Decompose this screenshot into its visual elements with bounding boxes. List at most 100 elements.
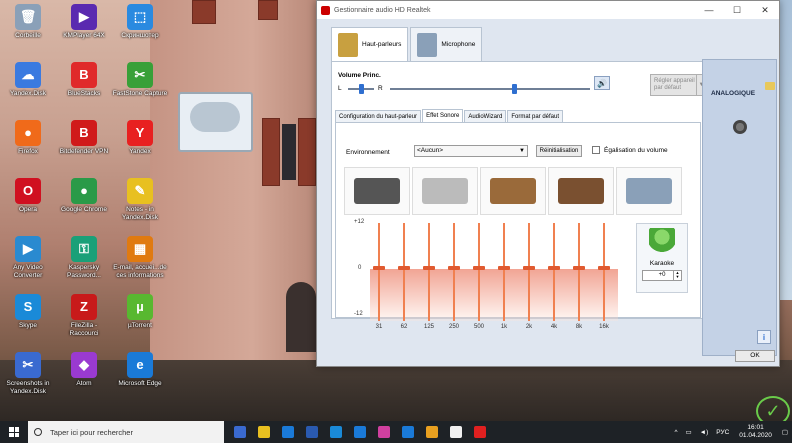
taskbar-app[interactable]: [324, 421, 348, 443]
desktop-icon[interactable]: ⬚ Скриншотер: [112, 4, 168, 40]
stone-preset[interactable]: [344, 167, 410, 215]
taskbar-app[interactable]: [372, 421, 396, 443]
taskbar-app[interactable]: [228, 421, 252, 443]
taskbar-app[interactable]: [276, 421, 300, 443]
desktop-icon[interactable]: ⚿ Kaspersky Password...: [56, 236, 112, 280]
eq-band-thumb[interactable]: [573, 266, 585, 270]
taskbar-search[interactable]: Taper ici pour rechercher: [28, 421, 224, 443]
audio-jack-icon[interactable]: [733, 120, 747, 134]
desktop-icon[interactable]: e Microsoft Edge: [112, 352, 168, 388]
eq-band-track[interactable]: [403, 223, 405, 321]
eq-band-track[interactable]: [428, 223, 430, 321]
desktop-icon[interactable]: ☁ Yandex.Disk: [0, 62, 56, 98]
desktop-icon[interactable]: ✂ FastStone Capture: [112, 62, 168, 98]
tab-microphone[interactable]: Microphone: [410, 27, 483, 61]
desktop-icon[interactable]: ▶ KMPlayer 64X: [56, 4, 112, 40]
karaoke-stepper[interactable]: +0 ▲ ▼: [642, 270, 682, 281]
eq-band-track[interactable]: [453, 223, 455, 321]
eq-band-thumb[interactable]: [473, 266, 485, 270]
eq-band-track[interactable]: [478, 223, 480, 321]
desktop-icon[interactable]: ◆ Atom: [56, 352, 112, 388]
close-button[interactable]: ✕: [751, 1, 779, 19]
balance-slider-thumb[interactable]: [359, 84, 364, 94]
checkbox-box[interactable]: [592, 146, 600, 154]
chevron-down-icon: ▼: [519, 148, 525, 154]
eq-band-thumb[interactable]: [548, 266, 560, 270]
bathroom-preset[interactable]: [412, 167, 478, 215]
eq-frequency-label: 500: [473, 324, 484, 330]
taskbar-app[interactable]: [252, 421, 276, 443]
tab-speakers[interactable]: Haut-parleurs: [331, 27, 409, 61]
desktop-icon[interactable]: µ µTorrent: [112, 294, 168, 330]
ok-button[interactable]: OK: [735, 350, 775, 362]
eq-band-track[interactable]: [553, 223, 555, 321]
eq-band-thumb[interactable]: [448, 266, 460, 270]
desktop-icon[interactable]: B BlueStacks: [56, 62, 112, 98]
clock[interactable]: 16:01 01.04.2020: [739, 424, 772, 440]
subtab-configuration-du-haut-parleur[interactable]: Configuration du haut-parleur: [335, 110, 422, 122]
eq-band-thumb[interactable]: [423, 266, 435, 270]
karaoke-panel: Karaoke +0 ▲ ▼: [636, 223, 688, 293]
taskbar-app-icon: [354, 426, 366, 438]
taskbar-app[interactable]: [348, 421, 372, 443]
minimize-button[interactable]: —: [695, 1, 723, 19]
eq-band-track[interactable]: [578, 223, 580, 321]
volume-icon[interactable]: ◄): [700, 429, 709, 436]
eq-band-track[interactable]: [378, 223, 380, 321]
desktop-icon[interactable]: 🗑 Corbeille: [0, 4, 56, 40]
reset-button[interactable]: Réinitialisation: [536, 145, 582, 157]
mute-speaker-icon[interactable]: 🔊: [594, 76, 610, 90]
language-indicator[interactable]: РУС: [716, 429, 729, 436]
folder-icon[interactable]: [765, 82, 775, 90]
app-icon: ▶: [71, 4, 97, 30]
wallpaper-shutter: [258, 0, 278, 20]
desktop-icon-label: Screenshots in Yandex.Disk: [6, 380, 50, 395]
desktop-icon[interactable]: Z FileZilla - Raccourci: [56, 294, 112, 338]
info-icon[interactable]: i: [757, 330, 771, 344]
eq-band-track[interactable]: [503, 223, 505, 321]
taskbar-app[interactable]: [396, 421, 420, 443]
app-icon: B: [71, 62, 97, 88]
desktop-icon[interactable]: ✎ Notes - in Yandex.Disk: [112, 178, 168, 222]
subtab-format-par-d-faut[interactable]: Format par défaut: [507, 110, 564, 122]
desktop-icon[interactable]: ✂ Screenshots in Yandex.Disk: [0, 352, 56, 396]
maximize-button[interactable]: ☐: [723, 1, 751, 19]
desktop-icon[interactable]: ● Firefox: [0, 120, 56, 156]
desktop-icon[interactable]: S Skype: [0, 294, 56, 330]
eq-band-thumb[interactable]: [523, 266, 535, 270]
arena-preset[interactable]: [548, 167, 614, 215]
start-button[interactable]: [0, 421, 28, 443]
desktop-icon[interactable]: ▦ E-mail, accuei...de ces informations: [112, 236, 168, 280]
desktop-icon[interactable]: Y Yandex: [112, 120, 168, 156]
volume-equalization-checkbox[interactable]: Égalisation du volume: [592, 146, 668, 154]
taskbar-app[interactable]: [444, 421, 468, 443]
eq-band-thumb[interactable]: [498, 266, 510, 270]
volume-track[interactable]: [390, 88, 590, 90]
subtab-effet-sonore[interactable]: Effet Sonore: [422, 109, 464, 122]
opera-house-preset[interactable]: [616, 167, 682, 215]
eq-band-track[interactable]: [603, 223, 605, 321]
tray-expand-icon[interactable]: ^: [674, 429, 677, 436]
colosseum-preset[interactable]: [480, 167, 546, 215]
eq-band-track[interactable]: [528, 223, 530, 321]
eq-band-thumb[interactable]: [598, 266, 610, 270]
desktop-icon-label: Firefox: [18, 148, 38, 155]
taskbar-app[interactable]: [468, 421, 492, 443]
taskbar-app[interactable]: [420, 421, 444, 443]
desktop-icon[interactable]: ▶ Any Video Converter: [0, 236, 56, 280]
stepper-arrows-icon[interactable]: ▲ ▼: [673, 271, 681, 280]
desktop-icon[interactable]: O Opera: [0, 178, 56, 214]
eq-band-thumb[interactable]: [373, 266, 385, 270]
desktop-icon-label: Bitdefender VPN: [59, 148, 109, 155]
app-icon: ●: [71, 178, 97, 204]
environment-select[interactable]: <Aucun> ▼: [414, 145, 528, 157]
taskbar-app[interactable]: [300, 421, 324, 443]
network-icon[interactable]: ▭: [686, 428, 692, 436]
notification-icon[interactable]: ▢: [782, 428, 788, 436]
desktop-icon[interactable]: B Bitdefender VPN: [56, 120, 112, 156]
desktop-icon[interactable]: ● Google Chrome: [56, 178, 112, 214]
subtab-audiowizard[interactable]: AudioWizard: [464, 110, 507, 122]
eq-band-thumb[interactable]: [398, 266, 410, 270]
volume-slider-thumb[interactable]: [512, 84, 517, 94]
taskbar-app-icon: [258, 426, 270, 438]
